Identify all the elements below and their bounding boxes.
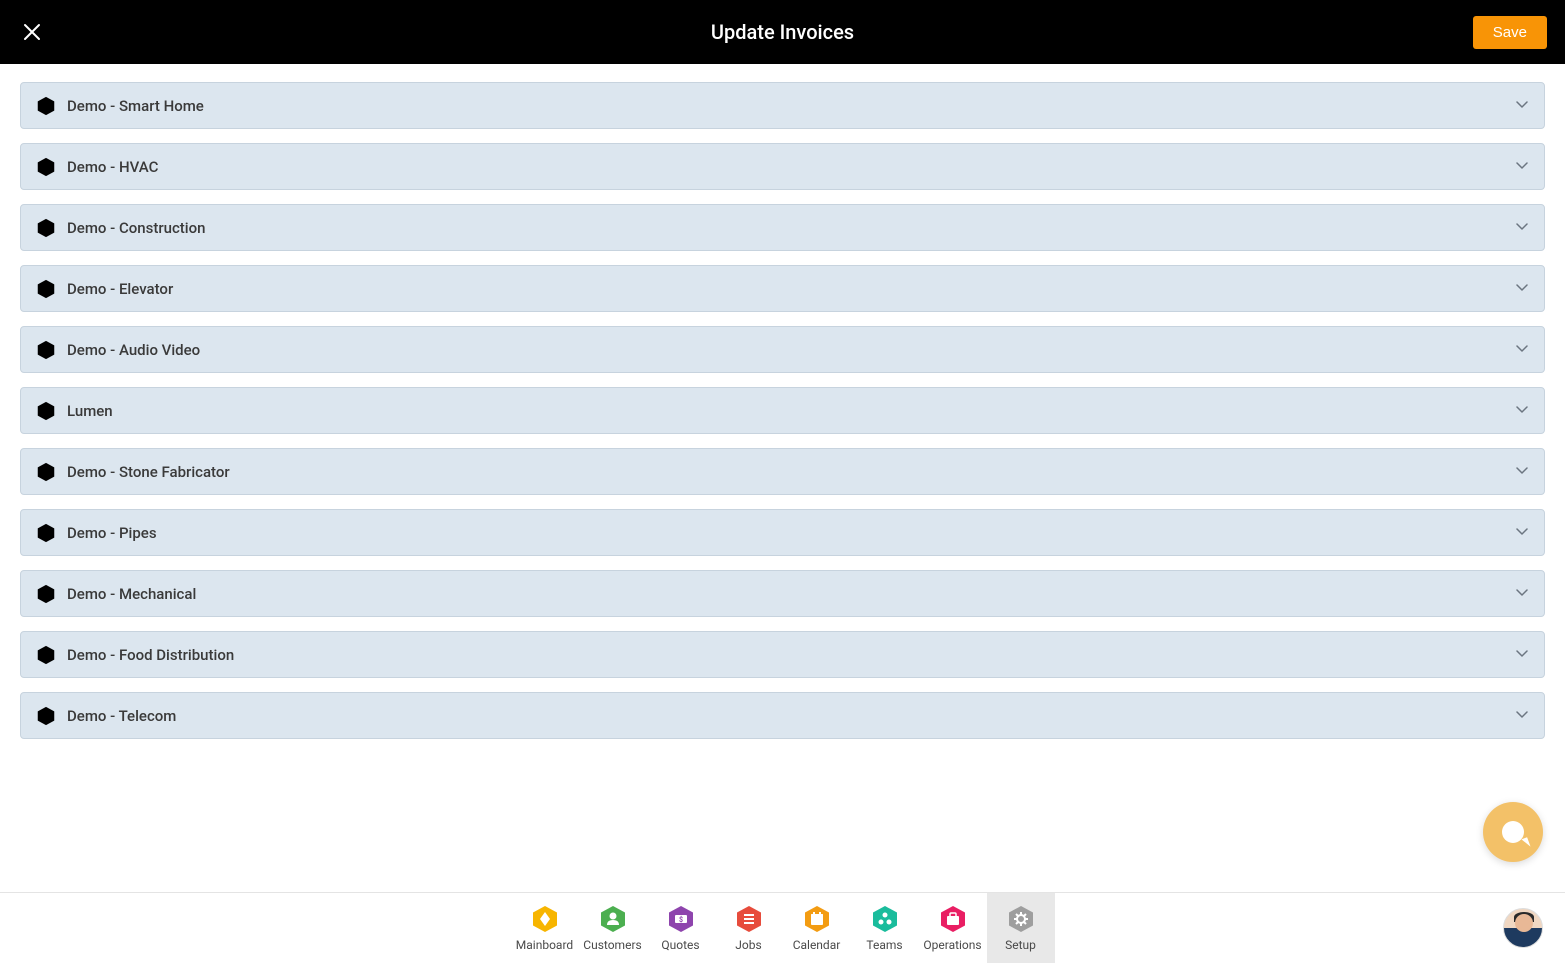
accordion-label: Demo - HVAC	[67, 158, 158, 176]
hexagon-icon	[35, 522, 57, 544]
hexagon-icon	[35, 400, 57, 422]
hexagon-icon	[35, 461, 57, 483]
nav-label: Operations	[923, 938, 981, 952]
briefcase-icon	[938, 904, 968, 934]
bottom-nav: Mainboard Customers $ Quotes Jobs Calendar Tea…	[0, 892, 1565, 962]
page-title: Update Invoices	[711, 20, 854, 44]
top-bar: Update Invoices Save	[0, 0, 1565, 64]
nav-label: Teams	[866, 938, 902, 952]
nav-label: Calendar	[793, 938, 841, 952]
accordion-label: Demo - Construction	[67, 219, 205, 237]
chat-widget-button[interactable]	[1483, 802, 1543, 862]
list-icon	[734, 904, 764, 934]
accordion-item[interactable]: Demo - HVAC	[20, 143, 1545, 190]
chevron-down-icon	[1514, 401, 1530, 421]
chevron-down-icon	[1514, 279, 1530, 299]
nav-item-setup[interactable]: Setup	[987, 893, 1055, 963]
accordion-label: Demo - Mechanical	[67, 585, 196, 603]
nav-label: Setup	[1005, 938, 1036, 952]
accordion-item[interactable]: Demo - Audio Video	[20, 326, 1545, 373]
accordion-label: Demo - Food Distribution	[67, 646, 234, 664]
nav-item-operations[interactable]: Operations	[919, 893, 987, 963]
hexagon-icon	[35, 705, 57, 727]
nav-label: Jobs	[735, 938, 761, 952]
content-area: Demo - Smart Home Demo - HVAC Demo - Const…	[0, 64, 1565, 892]
accordion-item[interactable]: Demo - Elevator	[20, 265, 1545, 312]
nav-label: Quotes	[661, 938, 699, 952]
chevron-down-icon	[1514, 645, 1530, 665]
hexagon-icon	[35, 217, 57, 239]
chevron-down-icon	[1514, 218, 1530, 238]
nav-item-customers[interactable]: Customers	[579, 893, 647, 963]
money-icon: $	[666, 904, 696, 934]
chevron-down-icon	[1514, 584, 1530, 604]
chevron-down-icon	[1514, 340, 1530, 360]
nav-label: Customers	[583, 938, 641, 952]
person-icon	[598, 904, 628, 934]
calendar-icon	[802, 904, 832, 934]
gear-icon	[1006, 904, 1036, 934]
accordion-item[interactable]: Demo - Smart Home	[20, 82, 1545, 129]
chevron-down-icon	[1514, 706, 1530, 726]
accordion-label: Demo - Pipes	[67, 524, 157, 542]
accordion-label: Demo - Audio Video	[67, 341, 200, 359]
nav-item-calendar[interactable]: Calendar	[783, 893, 851, 963]
accordion-item[interactable]: Demo - Telecom	[20, 692, 1545, 739]
nav-item-teams[interactable]: Teams	[851, 893, 919, 963]
user-avatar[interactable]	[1503, 908, 1543, 948]
hexagon-icon	[35, 583, 57, 605]
accordion-item[interactable]: Lumen	[20, 387, 1545, 434]
hexagon-icon	[35, 156, 57, 178]
nav-item-jobs[interactable]: Jobs	[715, 893, 783, 963]
accordion-item[interactable]: Demo - Construction	[20, 204, 1545, 251]
svg-text:$: $	[678, 916, 682, 924]
accordion-item[interactable]: Demo - Food Distribution	[20, 631, 1545, 678]
nodes-icon	[870, 904, 900, 934]
accordion-label: Lumen	[67, 402, 113, 420]
hexagon-icon	[35, 644, 57, 666]
chevron-down-icon	[1514, 462, 1530, 482]
hexagon-icon	[35, 339, 57, 361]
close-button[interactable]	[18, 18, 46, 46]
accordion-label: Demo - Telecom	[67, 707, 176, 725]
accordion-item[interactable]: Demo - Pipes	[20, 509, 1545, 556]
accordion-item[interactable]: Demo - Stone Fabricator	[20, 448, 1545, 495]
close-icon	[22, 22, 42, 42]
accordion-label: Demo - Smart Home	[67, 97, 204, 115]
hexagon-icon	[35, 95, 57, 117]
nav-label: Mainboard	[516, 938, 573, 952]
chevron-down-icon	[1514, 96, 1530, 116]
accordion-label: Demo - Stone Fabricator	[67, 463, 230, 481]
chevron-down-icon	[1514, 523, 1530, 543]
chevron-down-icon	[1514, 157, 1530, 177]
accordion-label: Demo - Elevator	[67, 280, 173, 298]
diamond-icon	[530, 904, 560, 934]
nav-item-quotes[interactable]: $ Quotes	[647, 893, 715, 963]
save-button[interactable]: Save	[1473, 16, 1547, 49]
hexagon-icon	[35, 278, 57, 300]
nav-item-mainboard[interactable]: Mainboard	[511, 893, 579, 963]
accordion-item[interactable]: Demo - Mechanical	[20, 570, 1545, 617]
